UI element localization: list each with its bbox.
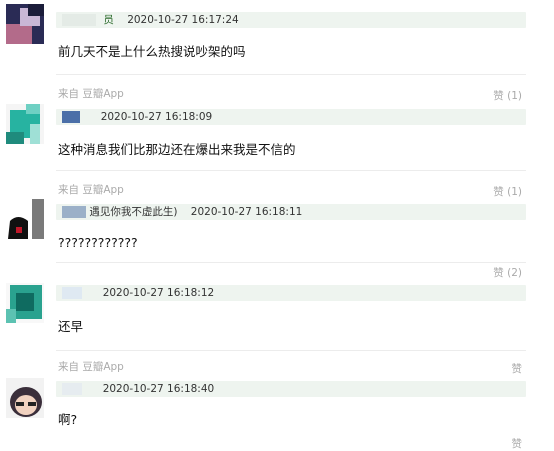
divider (56, 170, 526, 171)
avatar[interactable] (6, 378, 44, 418)
avatar[interactable] (6, 199, 44, 239)
comment-text: 啊? (58, 412, 78, 427)
blurred-username-icon (62, 14, 96, 26)
like-button[interactable]: 赞 (1) (493, 184, 522, 199)
comment-header: 2020-10-27 16:18:12 (56, 285, 526, 301)
avatar[interactable] (6, 283, 44, 323)
like-button[interactable]: 赞 (512, 361, 523, 376)
divider (56, 350, 526, 351)
comment-text: ???????????? (58, 235, 138, 250)
comment-header: 员 2020-10-27 16:17:24 (56, 12, 526, 28)
comment-time: 2020-10-27 16:17:24 (127, 14, 239, 26)
comment-header: 2020-10-27 16:18:40 (56, 381, 526, 397)
comment-time: 2020-10-27 16:18:11 (190, 206, 303, 218)
avatar[interactable] (6, 104, 44, 144)
comment-text: 这种消息我们比那边还在爆出来我是不信的 (58, 142, 296, 157)
comment-text: 前几天不是上什么热搜说吵架的吗 (58, 44, 246, 59)
comment-header: 遇见你我不虚此生) 2020-10-27 16:18:11 (56, 204, 526, 220)
blurred-username-icon (62, 111, 80, 123)
comment-time: 2020-10-27 16:18:09 (100, 111, 213, 123)
comment-text: 还早 (58, 319, 84, 334)
like-button[interactable]: 赞 (512, 436, 523, 451)
comment-source: 来自 豆瓣App (58, 88, 124, 100)
comment-username[interactable]: 员 (99, 12, 114, 28)
blurred-username-icon (62, 206, 86, 218)
divider (56, 74, 526, 75)
comment-source: 来自 豆瓣App (58, 361, 124, 373)
blurred-username-icon (62, 383, 82, 395)
comment-time: 2020-10-27 16:18:12 (102, 287, 215, 299)
divider (56, 262, 526, 263)
comment-source: 来自 豆瓣App (58, 184, 124, 196)
blurred-username-icon (62, 287, 82, 299)
like-button[interactable]: 赞 (1) (493, 88, 522, 103)
comment-header: 2020-10-27 16:18:09 (56, 109, 526, 125)
comment-username[interactable]: 遇见你我不虚此生) (89, 204, 177, 220)
like-button[interactable]: 赞 (2) (493, 265, 522, 280)
avatar[interactable] (6, 4, 44, 44)
comment-time: 2020-10-27 16:18:40 (102, 383, 215, 395)
